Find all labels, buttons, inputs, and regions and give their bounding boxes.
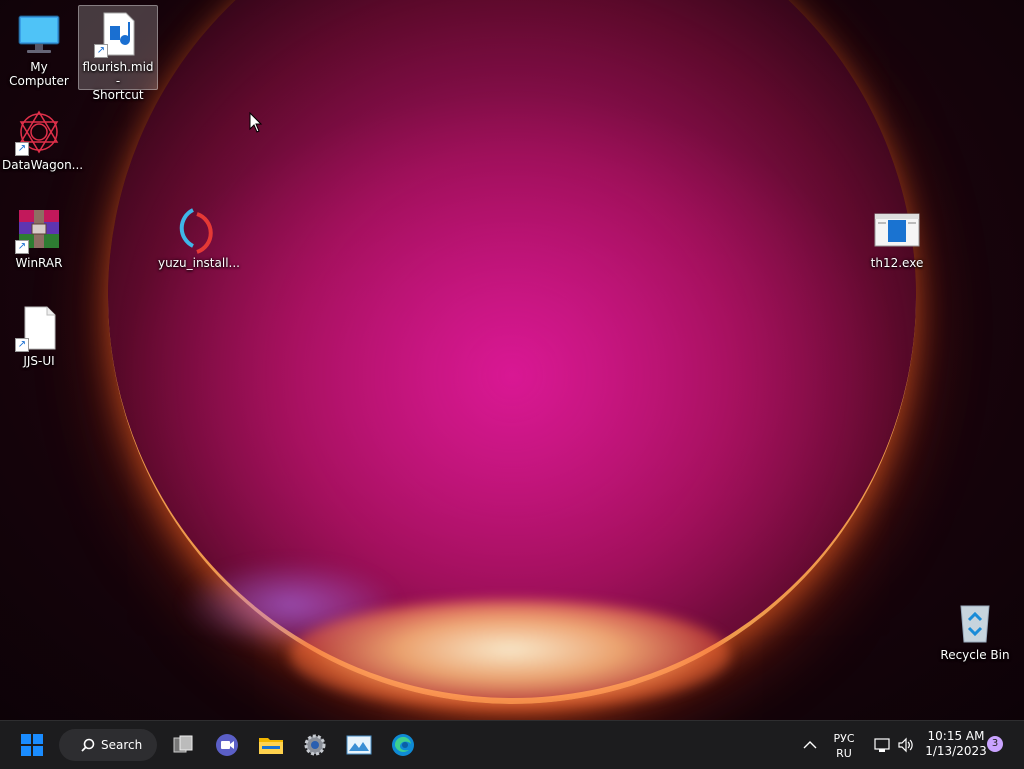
search-icon	[81, 738, 95, 752]
file-explorer-button[interactable]	[255, 729, 287, 761]
winrar-icon: ↗	[15, 206, 63, 254]
clock-button[interactable]: 10:15 AM 1/13/2023	[922, 729, 990, 759]
edge-button[interactable]	[387, 729, 419, 761]
desktop-icon-winrar[interactable]: ↗ WinRAR	[0, 202, 78, 270]
desktop-icon-label: flourish.mid - Shortcut	[82, 60, 154, 102]
clock-time: 10:15 AM	[927, 729, 985, 743]
search-button[interactable]: Search	[59, 729, 157, 761]
network-icon	[874, 738, 890, 752]
desktop-icon-flourish-shortcut[interactable]: ↗ flourish.mid - Shortcut	[78, 5, 158, 102]
edge-icon	[392, 734, 414, 756]
mouse-cursor-icon	[249, 111, 263, 138]
taskbar: Search РУС RU 10:15 AM 1/13/2023	[0, 720, 1024, 769]
windows-logo-icon	[21, 734, 43, 756]
task-view-icon	[173, 735, 193, 753]
desktop-icon-yuzu-installer[interactable]: yuzu_install...	[156, 202, 240, 270]
chevron-up-icon	[803, 741, 817, 749]
desktop-icon-label: yuzu_install...	[158, 256, 240, 270]
search-label: Search	[101, 738, 143, 752]
show-hidden-icons-button[interactable]	[794, 729, 826, 761]
start-button[interactable]	[16, 729, 48, 761]
monitor-icon	[15, 10, 63, 58]
meet-icon	[216, 734, 238, 756]
meet-now-button[interactable]	[211, 729, 243, 761]
desktop-icon-label: My Computer	[9, 60, 69, 88]
blank-file-icon: ↗	[15, 304, 63, 352]
desktop-icon-th12-exe[interactable]: th12.exe	[858, 202, 936, 270]
desktop-icon-my-computer[interactable]: My Computer	[0, 6, 78, 88]
photos-icon	[346, 735, 372, 755]
shortcut-arrow-icon: ↗	[15, 338, 29, 352]
shortcut-arrow-icon: ↗	[15, 142, 29, 156]
desktop-wallpaper	[0, 0, 1024, 720]
desktop-icon-label: Recycle Bin	[940, 648, 1010, 662]
clock-date: 1/13/2023	[925, 744, 987, 758]
desktop-icon-label: DataWagon...	[2, 158, 84, 172]
datawagon-icon: ↗	[15, 108, 63, 156]
file-explorer-icon	[259, 738, 283, 754]
task-view-button[interactable]	[167, 729, 199, 761]
desktop-icon-label: th12.exe	[870, 256, 924, 270]
volume-button[interactable]	[890, 729, 922, 761]
photos-button[interactable]	[343, 729, 375, 761]
wallpaper-light-glow	[290, 600, 730, 710]
desktop-icon-recycle-bin[interactable]: Recycle Bin	[936, 594, 1014, 662]
settings-icon	[304, 734, 326, 756]
notification-badge[interactable]: 3	[987, 736, 1003, 752]
desktop-icon-jjs-ui[interactable]: ↗ JJS-UI	[0, 300, 78, 368]
desktop-icon-label: JJS-UI	[23, 354, 55, 368]
language-code-top: РУС	[833, 732, 855, 745]
desktop-icon-datawagon[interactable]: ↗ DataWagon...	[0, 104, 84, 172]
application-icon	[873, 206, 921, 254]
settings-button[interactable]	[299, 729, 331, 761]
recycle-bin-icon	[951, 598, 999, 646]
yuzu-icon	[171, 206, 219, 254]
shortcut-arrow-icon: ↗	[15, 240, 29, 254]
language-code-bottom: RU	[836, 747, 852, 760]
input-language-button[interactable]: РУС RU	[826, 731, 862, 761]
shortcut-arrow-icon: ↗	[94, 44, 108, 58]
speaker-icon	[898, 737, 913, 753]
audio-file-icon: ↗	[94, 10, 142, 58]
desktop-icon-label: WinRAR	[15, 256, 63, 270]
